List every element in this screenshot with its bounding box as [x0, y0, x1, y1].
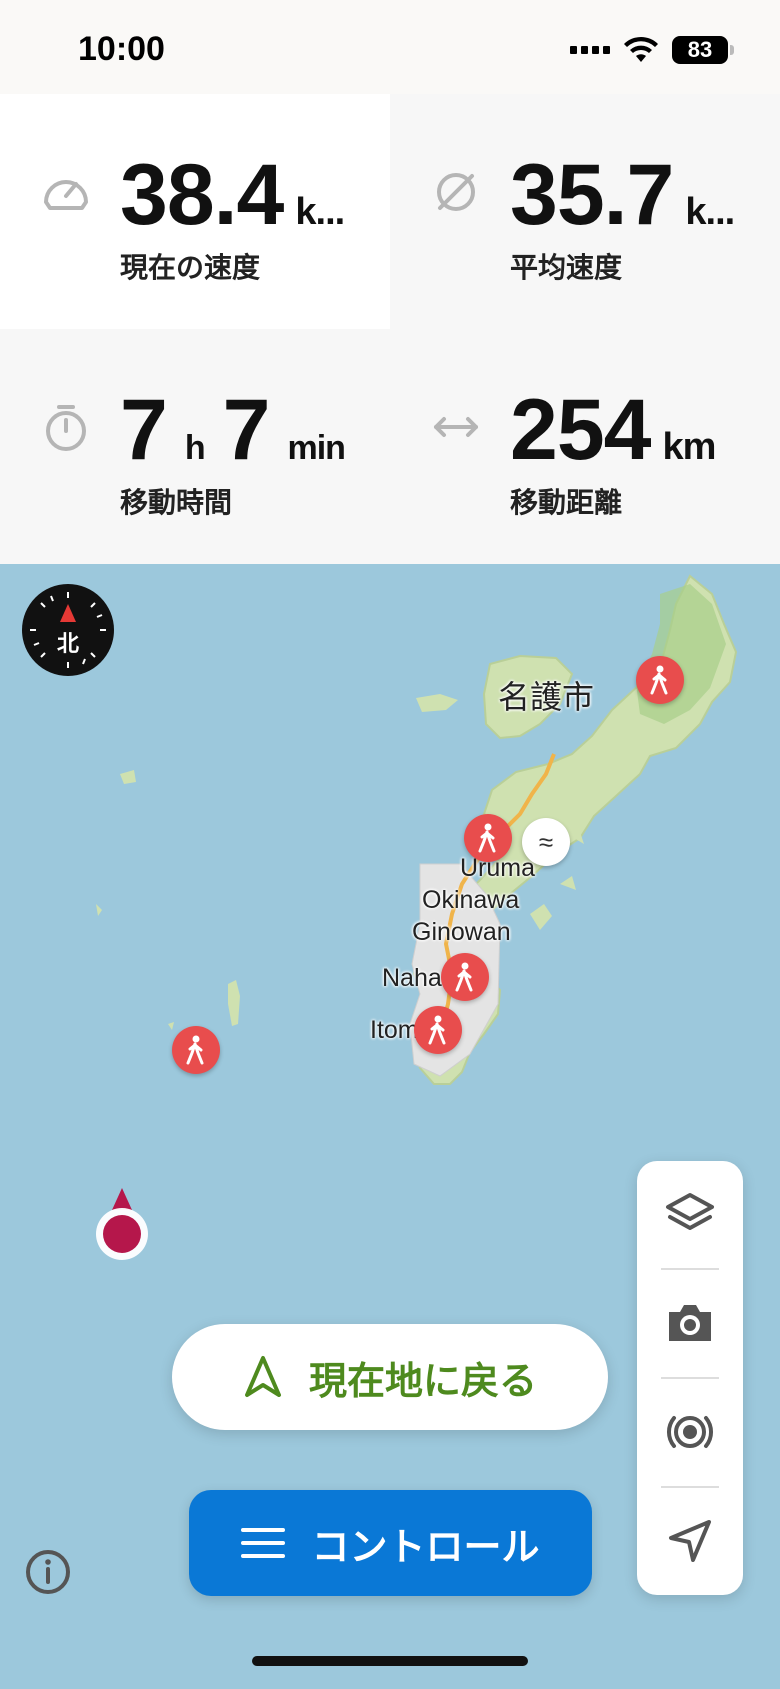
distance-tile[interactable]: 254 km 移動距離 [390, 329, 780, 564]
compass-north-label: 北 [56, 631, 79, 656]
current-speed-value: 38.4 k... [120, 147, 345, 243]
navigation-arrow-icon [669, 1520, 711, 1562]
stopwatch-icon [46, 405, 86, 451]
hiker-icon [650, 665, 668, 695]
menu-icon [241, 1528, 286, 1558]
map-toolbar [637, 1161, 743, 1595]
wifi-icon [624, 36, 658, 62]
current-location-marker [96, 1188, 148, 1260]
current-speed-tile[interactable]: 38.4 k... 現在の速度 [0, 94, 390, 329]
distance-value: 254 km [510, 382, 716, 478]
control-button[interactable]: コントロール [189, 1490, 592, 1596]
hiking-poi-marker[interactable] [464, 814, 512, 862]
current-speed-label: 現在の速度 [120, 252, 261, 283]
city-label-nago: 名護市 [498, 679, 595, 715]
water-poi-marker[interactable]: ≈ [522, 818, 570, 866]
status-time: 10:00 [78, 30, 165, 68]
hiking-poi-marker[interactable] [172, 1026, 220, 1074]
trip-stats-panel: 38.4 k... 現在の速度 35.7 k... 平均速度 7 h 7 min 移動時間… [0, 94, 780, 564]
hiking-poi-marker[interactable] [441, 953, 489, 1001]
average-speed-label: 平均速度 [510, 252, 623, 283]
layers-icon [666, 1193, 714, 1230]
battery-indicator: 83 [672, 36, 734, 64]
average-speed-value: 35.7 k... [510, 147, 735, 243]
city-label-ginowan: Ginowan [412, 918, 511, 946]
hiking-poi-marker[interactable] [636, 656, 684, 704]
moving-time-label: 移動時間 [120, 487, 233, 518]
layers-button[interactable] [637, 1161, 743, 1269]
city-label-naha: Naha [382, 964, 442, 992]
info-icon[interactable] [24, 1548, 72, 1596]
city-label-okinawa: Okinawa [422, 886, 520, 914]
hiker-icon [455, 962, 473, 992]
compass-button[interactable]: 北 [22, 584, 114, 676]
camera-button[interactable] [637, 1269, 743, 1377]
diameter-icon [437, 173, 475, 211]
return-to-location-button[interactable]: 現在地に戻る [172, 1324, 608, 1430]
status-bar: 10:00 83 [0, 0, 780, 94]
broadcast-icon [666, 1416, 714, 1448]
moving-time-value: 7 h 7 min [120, 382, 346, 478]
average-speed-tile[interactable]: 35.7 k... 平均速度 [390, 94, 780, 329]
hiker-icon [428, 1015, 446, 1045]
navigation-arrow-icon [244, 1356, 281, 1397]
hiking-poi-marker[interactable] [414, 1006, 462, 1054]
cellular-signal-icon [570, 46, 610, 54]
hiker-icon [478, 823, 496, 853]
camera-icon [669, 1305, 711, 1341]
return-to-location-label: 現在地に戻る [308, 1360, 537, 1403]
broadcast-button[interactable] [637, 1378, 743, 1486]
control-label: コントロール [311, 1526, 540, 1569]
moving-time-tile[interactable]: 7 h 7 min 移動時間 [0, 329, 390, 564]
distance-label: 移動距離 [510, 487, 623, 518]
hiker-icon [186, 1035, 204, 1065]
horizontal-arrows-icon [434, 417, 478, 437]
navigate-button[interactable] [637, 1487, 743, 1595]
speedometer-icon [44, 180, 88, 210]
home-indicator [252, 1656, 528, 1666]
